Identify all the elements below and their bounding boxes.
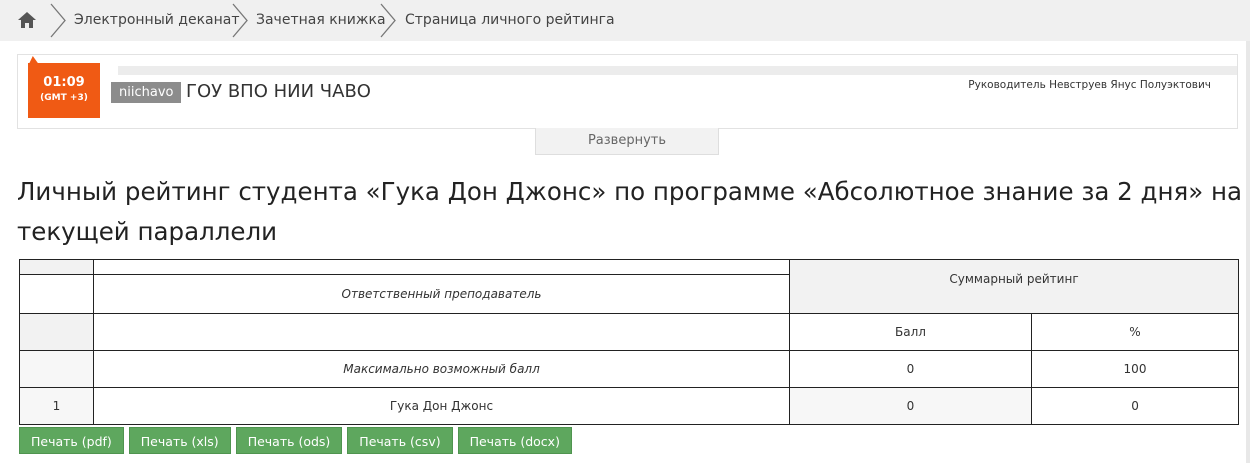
home-icon[interactable] (16, 9, 38, 31)
header-cell-empty (93, 259, 790, 275)
header-cell-empty (19, 274, 94, 314)
chevron-right-icon (232, 3, 248, 38)
rating-table: Суммарный рейтинг Ответственный преподав… (19, 259, 1240, 425)
teacher-header: Ответственный преподаватель (93, 274, 790, 314)
student-ball: 0 (789, 387, 1032, 425)
clock-time: 01:09 (43, 75, 85, 90)
print-csv-button[interactable]: Печать (csv) (347, 427, 453, 454)
max-score-label: Максимально возможный балл (93, 350, 790, 388)
table-header-row: Балл % (19, 313, 1240, 351)
student-name: Гука Дон Джонс (93, 387, 790, 425)
head-person: Руководитель Невструев Янус Полуэктович (968, 79, 1211, 91)
breadcrumb: Электронный деканат Зачетная книжка Стра… (0, 0, 1250, 41)
print-xls-button[interactable]: Печать (xls) (128, 427, 231, 454)
print-docx-button[interactable]: Печать (docx) (457, 427, 572, 454)
row-num-empty (19, 350, 94, 388)
print-pdf-button[interactable]: Печать (pdf) (19, 427, 124, 454)
row-number: 1 (19, 387, 94, 425)
org-short-badge: niichavo (111, 82, 182, 103)
student-percent: 0 (1030, 387, 1240, 425)
header-cell-empty (19, 259, 94, 275)
org-name: ГОУ ВПО НИИ ЧАВО (186, 81, 371, 102)
header-cell-empty (93, 313, 790, 351)
sum-rating-header: Суммарный рейтинг (788, 259, 1240, 314)
breadcrumb-item-rating[interactable]: Страница личного рейтинга (405, 12, 615, 28)
max-score-percent: 100 (1030, 350, 1240, 388)
expand-button[interactable]: Развернуть (535, 128, 719, 155)
breadcrumb-item-gradebook[interactable]: Зачетная книжка (256, 12, 386, 28)
ball-header: Балл (789, 313, 1032, 351)
breadcrumb-item-dean[interactable]: Электронный деканат (74, 12, 240, 28)
table-header-row: Суммарный рейтинг (19, 259, 1240, 314)
scrollbar[interactable] (1246, 41, 1250, 463)
max-score-ball: 0 (789, 350, 1032, 388)
table-row: 1 Гука Дон Джонс 0 0 (19, 387, 1240, 425)
panel-strip (118, 66, 1237, 75)
chevron-right-icon (380, 3, 396, 38)
clock-timezone: (GMT +3) (40, 93, 88, 103)
table-row: Максимально возможный балл 0 100 (19, 350, 1240, 388)
page-title: Личный рейтинг студента «Гука Дон Джонс»… (17, 177, 1243, 246)
clock-widget: 01:09 (GMT +3) (28, 63, 100, 118)
print-ods-button[interactable]: Печать (ods) (235, 427, 343, 454)
chevron-right-icon (50, 3, 66, 38)
percent-header: % (1030, 313, 1240, 351)
header-cell-empty (19, 313, 94, 351)
print-toolbar: Печать (pdf) Печать (xls) Печать (ods) П… (19, 427, 572, 454)
